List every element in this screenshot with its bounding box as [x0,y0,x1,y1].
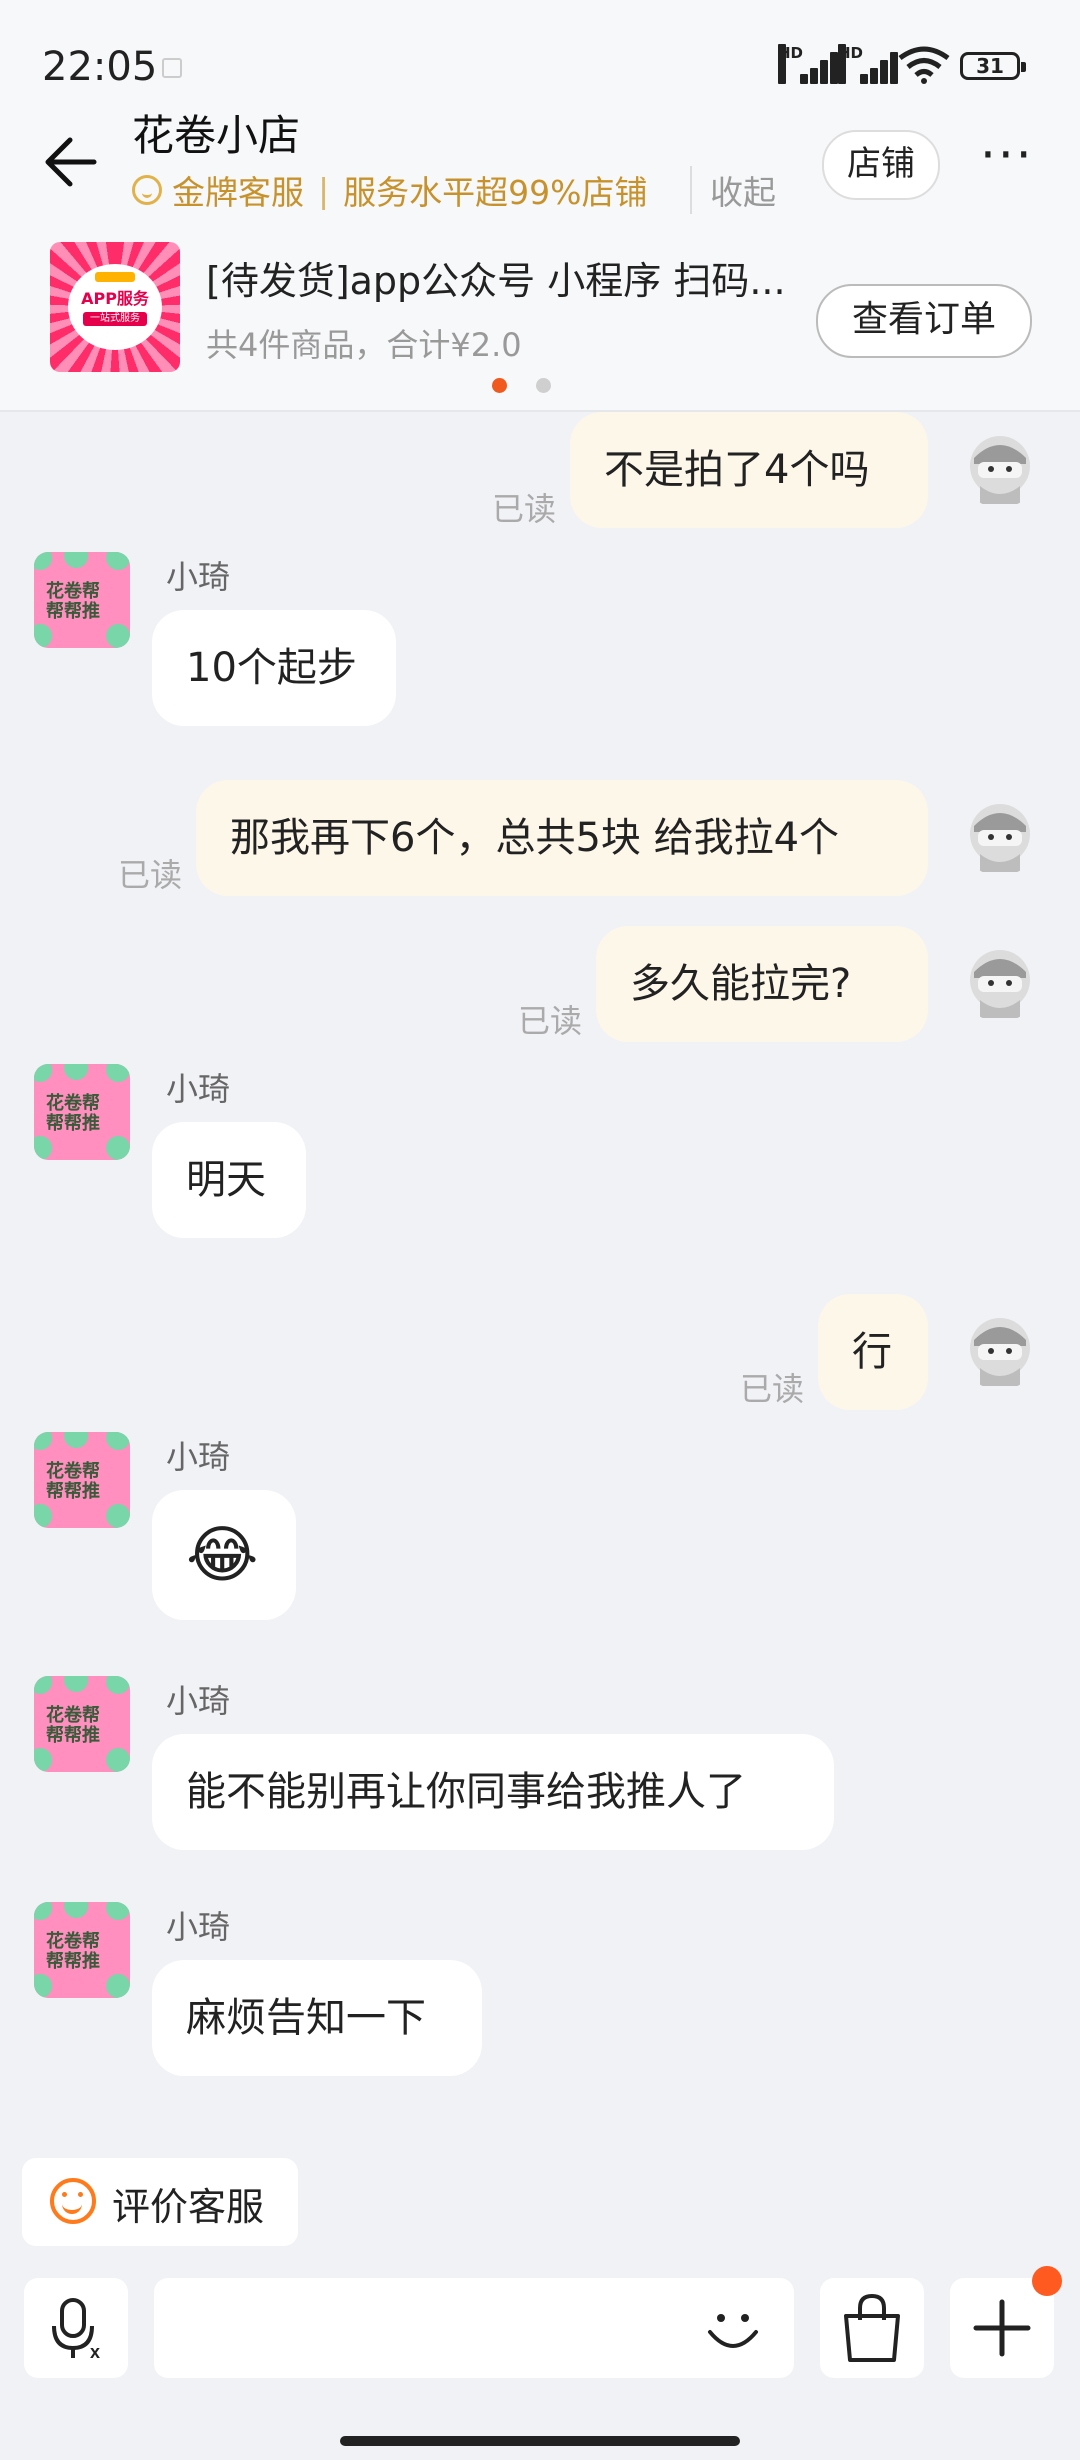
carousel-dot-active [492,378,507,393]
order-thumbnail: APP服务 一站式服务 [50,242,180,372]
my-avatar-icon[interactable] [960,796,1040,876]
message-received: 花卷帮 帮帮推 小琦 😂 [0,1432,1080,1632]
my-avatar-icon[interactable] [960,942,1040,1022]
voice-button[interactable]: x [24,2278,128,2378]
smile-badge-icon [132,175,162,205]
view-order-button[interactable]: 查看订单 [816,284,1032,358]
message-received: 花卷帮 帮帮推 小琦麻烦告知一下 [0,1902,1080,2102]
shopping-bag-button[interactable] [820,2278,924,2378]
order-title: [待发货]app公众号 小程序 扫码... [206,259,786,303]
service-level-label: 服务水平超99%店铺 [343,173,648,212]
shop-avatar[interactable]: 花卷帮 帮帮推 [34,1902,130,1998]
shop-avatar[interactable]: 花卷帮 帮帮推 [34,552,130,648]
microphone-icon: x [52,2298,100,2362]
carousel-dot [536,378,551,393]
shop-avatar[interactable]: 花卷帮 帮帮推 [34,1064,130,1160]
avatar-text: 花卷帮 帮帮推 [46,1461,100,1502]
hd-label: HD [838,44,863,84]
store-button[interactable]: 店铺 [822,130,940,200]
message-bubble[interactable]: 行 [818,1294,928,1410]
my-avatar-icon[interactable] [960,1310,1040,1390]
read-status: 已读 [492,490,557,528]
signal-icon: HD [838,44,898,84]
shop-title: 花卷小店 [132,111,301,160]
message-bubble[interactable]: 那我再下6个，总共5块 给我拉4个 [196,780,928,896]
wifi-icon [898,46,950,84]
back-arrow-icon[interactable] [42,134,98,190]
rate-service-button[interactable]: 评价客服 [22,2158,298,2246]
order-summary: 共4件商品，合计¥2.0 [206,326,522,364]
sender-name: 小琦 [166,1908,231,1946]
smile-icon [50,2178,96,2224]
gold-service-label: 金牌客服 [172,173,304,212]
status-time: 22:05 [42,44,158,90]
collapse-button[interactable]: 收起 [690,166,776,214]
sender-name: 小琦 [166,558,231,596]
chat-list[interactable]: 不是拍了4个吗 已读 花卷帮 帮帮推 小琦 10个起步 那我再下6个，总共5块 给我拉4个已… [0,412,1080,2152]
message-bubble[interactable]: 麻烦告知一下 [152,1960,482,2076]
shop-avatar[interactable]: 花卷帮 帮帮推 [34,1676,130,1772]
message-bubble[interactable]: 10个起步 [152,610,396,726]
avatar-text: 花卷帮 帮帮推 [46,1931,100,1972]
avatar-text: 花卷帮 帮帮推 [46,1093,100,1134]
signal-icon: HD [778,44,838,84]
message-bubble[interactable]: 😂 [152,1490,296,1620]
service-badge: 金牌客服 | 服务水平超99%店铺 [132,166,647,214]
screen-cast-icon [162,58,182,78]
message-received: 花卷帮 帮帮推 小琦 10个起步 [0,552,1080,752]
input-bar: x [0,2262,1080,2460]
hd-label: HD [778,44,803,84]
shop-avatar[interactable]: 花卷帮 帮帮推 [34,1432,130,1528]
emoji-icon[interactable] [698,2294,768,2364]
avatar-text: 花卷帮 帮帮推 [46,1705,100,1746]
thumb-app-label: APP服务 [81,289,149,308]
add-button[interactable] [950,2266,1062,2378]
carousel-dots [492,378,552,394]
home-indicator[interactable] [340,2436,740,2446]
read-status: 已读 [740,1370,805,1408]
message-bubble[interactable]: 能不能别再让你同事给我推人了 [152,1734,834,1850]
svg-text:x: x [90,2342,100,2362]
shopping-bag-icon [844,2293,900,2362]
thumb-sub-label: 一站式服务 [83,312,147,326]
message-received: 花卷帮 帮帮推 小琦明天 [0,1064,1080,1264]
sender-name: 小琦 [166,1438,231,1476]
message-bubble[interactable]: 多久能拉完? [596,926,928,1042]
message-received: 花卷帮 帮帮推 小琦能不能别再让你同事给我推人了 [0,1676,1080,1876]
message-bubble[interactable]: 明天 [152,1122,306,1238]
read-status: 已读 [518,1002,583,1040]
message-input[interactable] [154,2278,794,2378]
order-card[interactable]: APP服务 一站式服务 [待发货]app公众号 小程序 扫码... 共4件商品，… [50,242,1032,372]
my-avatar-icon[interactable] [960,428,1040,508]
top-area: 22:05 HD HD 31 花卷小店 金牌客服 | 服务水平超99%店铺 收起… [0,0,1080,412]
avatar-text: 花卷帮 帮帮推 [46,581,100,622]
rate-service-label: 评价客服 [112,2185,265,2229]
badge-separator: | [318,170,330,210]
more-icon[interactable]: ··· [980,130,1040,180]
sender-name: 小琦 [166,1682,231,1720]
read-status: 已读 [118,856,183,894]
sender-name: 小琦 [166,1070,231,1108]
message-bubble[interactable]: 不是拍了4个吗 [570,412,928,528]
notification-dot [1032,2266,1062,2296]
battery-icon: 31 [960,52,1026,80]
